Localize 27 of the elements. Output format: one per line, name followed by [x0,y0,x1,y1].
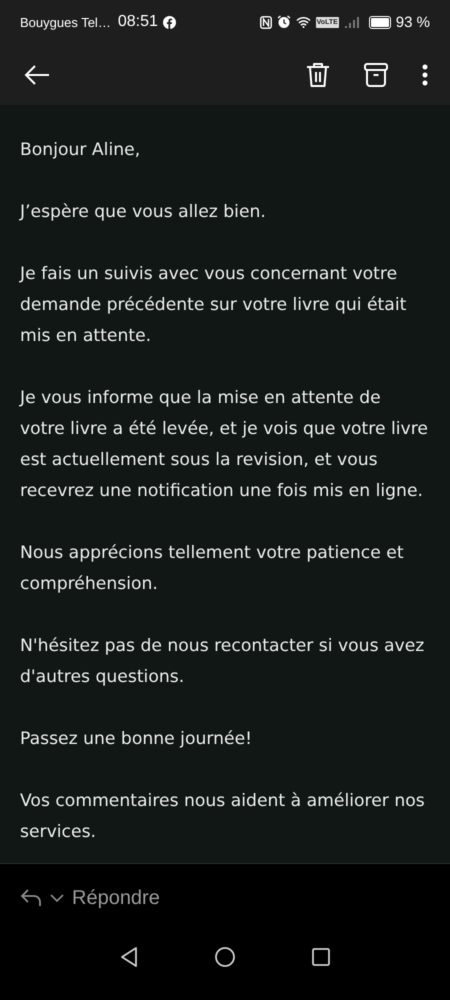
message-paragraph: Je vous informe que la mise en attente de votre livre a été levée, et je vois que votre livre est actuellement sous la revision, et vous recevrez une notification une fois mis en ligne. [20,387,429,503]
more-icon [422,64,428,86]
recents-nav-icon[interactable] [312,948,330,966]
message-paragraph: Bonjour Aline, [20,139,142,162]
signal-icon [344,16,360,28]
message-paragraph: Passez une bonne journée! [20,728,254,751]
message-paragraph: Nous apprécions tellement votre patience et compréhension. [20,542,405,596]
chevron-down-icon [50,894,64,902]
wifi-icon [296,16,311,28]
facebook-icon [162,16,176,28]
trash-icon [306,62,330,88]
back-arrow-icon [24,64,50,86]
message-paragraph: Je fais un suivis avec vous concernant votre demande précédente sur votre livre qui était mis en attente. [20,263,408,348]
clock-time: 08:51 [118,13,158,31]
message-paragraph: J’espère que vous allez bien. [20,201,267,224]
carrier-name: Bouygues Tel… [20,14,111,30]
home-nav-icon[interactable] [215,947,235,967]
message-paragraph: Vos commentaires nous aident à améliorer nos services. [20,790,426,844]
alarm-icon [276,15,291,29]
archive-box-icon [364,62,388,86]
back-nav-icon[interactable] [120,947,138,967]
reply-arrow-icon [20,888,42,908]
message-paragraph: N'hésitez pas de nous recontacter si vous avez d'autres questions. [20,635,426,689]
reply-button[interactable]: Répondre [16,882,164,914]
battery-icon [368,16,391,28]
battery-percent: 93 % [396,14,430,30]
nfc-icon [260,16,272,28]
